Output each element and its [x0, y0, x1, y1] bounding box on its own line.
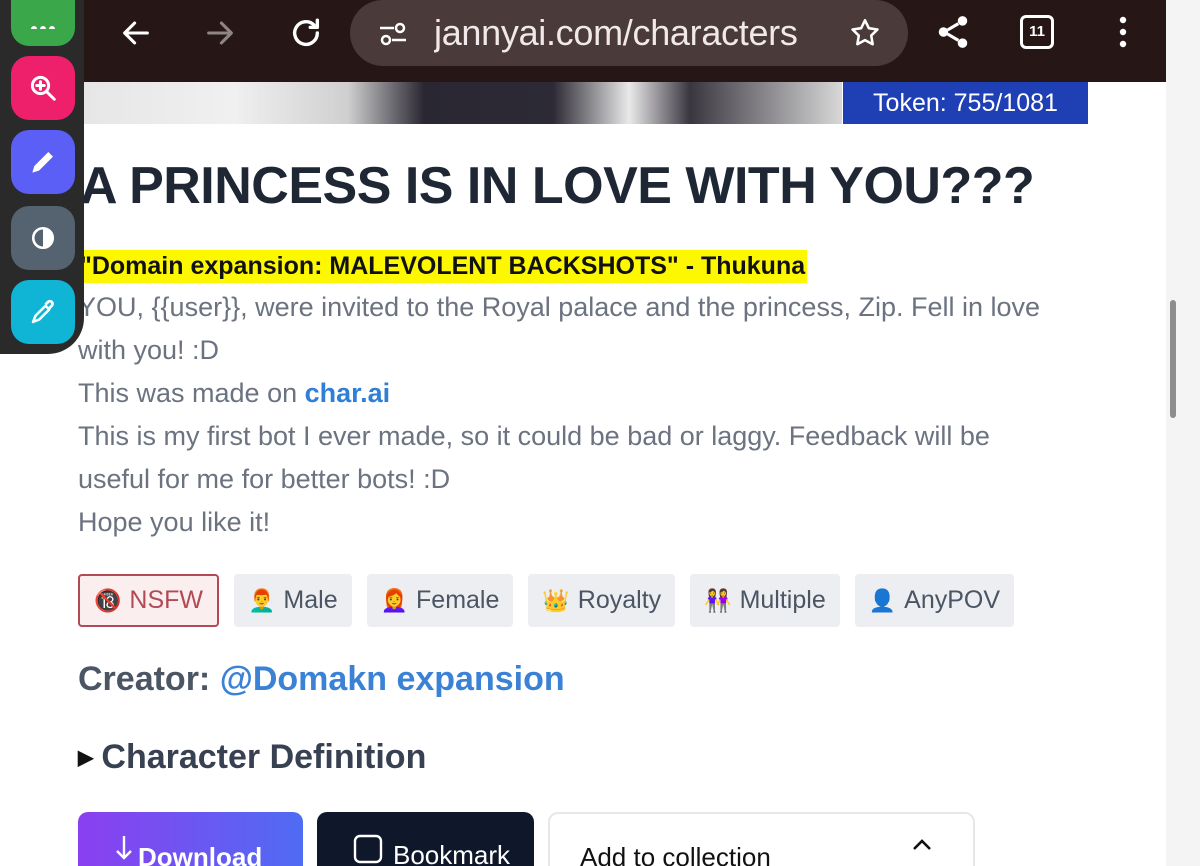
- more-tools-button[interactable]: [11, 0, 75, 46]
- male-icon: 👨‍🦰: [248, 587, 276, 613]
- creator-label: Creator:: [78, 660, 220, 698]
- description-line: This was made on char.ai: [78, 378, 390, 409]
- bookmark-icon: [353, 834, 383, 864]
- description-line: with you! :D: [78, 335, 220, 365]
- tab-switcher-icon[interactable]: 11: [1020, 15, 1054, 49]
- token-badge: Token: 755/1081: [843, 82, 1088, 124]
- description-line: YOU, {{user}}, were invited to the Royal…: [78, 292, 1041, 322]
- expand-triangle-icon: ▶: [78, 747, 94, 769]
- bookmark-star-icon[interactable]: [848, 16, 882, 50]
- back-button[interactable]: [108, 8, 164, 58]
- tag-list: 🔞 NSFW 👨‍🦰 Male 👩‍🦰 Female 👑 Royalty 👭 M…: [78, 574, 1015, 627]
- back-arrow-icon: [123, 21, 149, 45]
- bookmark-button[interactable]: Bookmark: [317, 812, 534, 866]
- url-text[interactable]: jannyai.com/characters: [434, 12, 812, 54]
- site-settings-icon[interactable]: [378, 20, 408, 48]
- scrollbar[interactable]: [1170, 300, 1176, 418]
- character-definition-toggle[interactable]: ▶ Character Definition: [78, 738, 426, 777]
- tag-label: Female: [416, 586, 500, 614]
- page-content: Token: 755/1081 A PRINCESS IS IN LOVE WI…: [0, 82, 1166, 866]
- character-image: [82, 82, 842, 124]
- tag-label: Multiple: [739, 586, 826, 614]
- quote-highlight: "Domain expansion: MALEVOLENT BACKSHOTS"…: [78, 250, 808, 283]
- add-to-collection-select[interactable]: Add to collection: [548, 812, 975, 866]
- tag-female[interactable]: 👩‍🦰 Female: [366, 574, 514, 627]
- tag-label: AnyPOV: [904, 586, 1001, 614]
- draw-button[interactable]: [11, 130, 75, 194]
- description-line: Hope you like it!: [78, 507, 271, 537]
- floating-toolbar: [0, 0, 84, 354]
- description-line: This is my first bot I ever made, so it …: [78, 421, 990, 451]
- creator-line: Creator: @Domakn expansion: [78, 660, 565, 699]
- tag-anypov[interactable]: 👤 AnyPOV: [854, 574, 1015, 627]
- download-icon: [116, 836, 132, 860]
- bookmark-label: Bookmark: [393, 840, 511, 866]
- page-title: A PRINCESS IS IN LOVE WITH YOU???: [80, 157, 1035, 215]
- browser-menu-icon[interactable]: [1110, 14, 1136, 52]
- browser-toolbar: jannyai.com/characters 11: [0, 0, 1166, 82]
- tag-nsfw[interactable]: 🔞 NSFW: [78, 574, 220, 627]
- contrast-button[interactable]: [11, 206, 75, 270]
- description-text: This was made on: [78, 378, 305, 408]
- people-icon: 👭: [704, 587, 732, 613]
- character-definition-label: Character Definition: [101, 738, 427, 776]
- tag-label: Male: [283, 586, 338, 614]
- zoom-button[interactable]: [11, 56, 75, 120]
- eyedropper-icon: [31, 299, 54, 324]
- pencil-icon: [32, 152, 53, 173]
- zoom-in-icon: [30, 75, 56, 101]
- char-ai-link[interactable]: char.ai: [305, 378, 391, 408]
- collection-label: Add to collection: [580, 842, 771, 866]
- address-bar[interactable]: jannyai.com/characters: [350, 0, 908, 66]
- reload-icon: [292, 18, 320, 46]
- nsfw-icon: 🔞: [94, 587, 122, 613]
- creator-link[interactable]: @Domakn expansion: [220, 660, 565, 698]
- forward-arrow-icon: [207, 21, 233, 45]
- description-line: useful for me for better bots! :D: [78, 464, 451, 494]
- contrast-icon: [31, 226, 55, 250]
- download-label: Download: [138, 842, 263, 866]
- more-icon: [31, 26, 55, 29]
- reload-button[interactable]: [278, 8, 334, 58]
- forward-button[interactable]: [192, 8, 248, 58]
- tag-royalty[interactable]: 👑 Royalty: [528, 574, 676, 627]
- share-icon[interactable]: [934, 12, 972, 52]
- tag-label: NSFW: [129, 586, 204, 614]
- crown-icon: 👑: [542, 587, 570, 613]
- tag-male[interactable]: 👨‍🦰 Male: [234, 574, 352, 627]
- download-button[interactable]: Download: [78, 812, 303, 866]
- color-picker-button[interactable]: [11, 280, 75, 344]
- tag-multiple[interactable]: 👭 Multiple: [690, 574, 840, 627]
- person-icon: 👤: [868, 587, 897, 613]
- action-buttons: Download Bookmark Add to collection: [78, 812, 975, 866]
- tag-label: Royalty: [577, 586, 662, 614]
- chevron-up-icon: [913, 839, 931, 850]
- side-panel: [1166, 0, 1200, 866]
- female-icon: 👩‍🦰: [380, 587, 409, 613]
